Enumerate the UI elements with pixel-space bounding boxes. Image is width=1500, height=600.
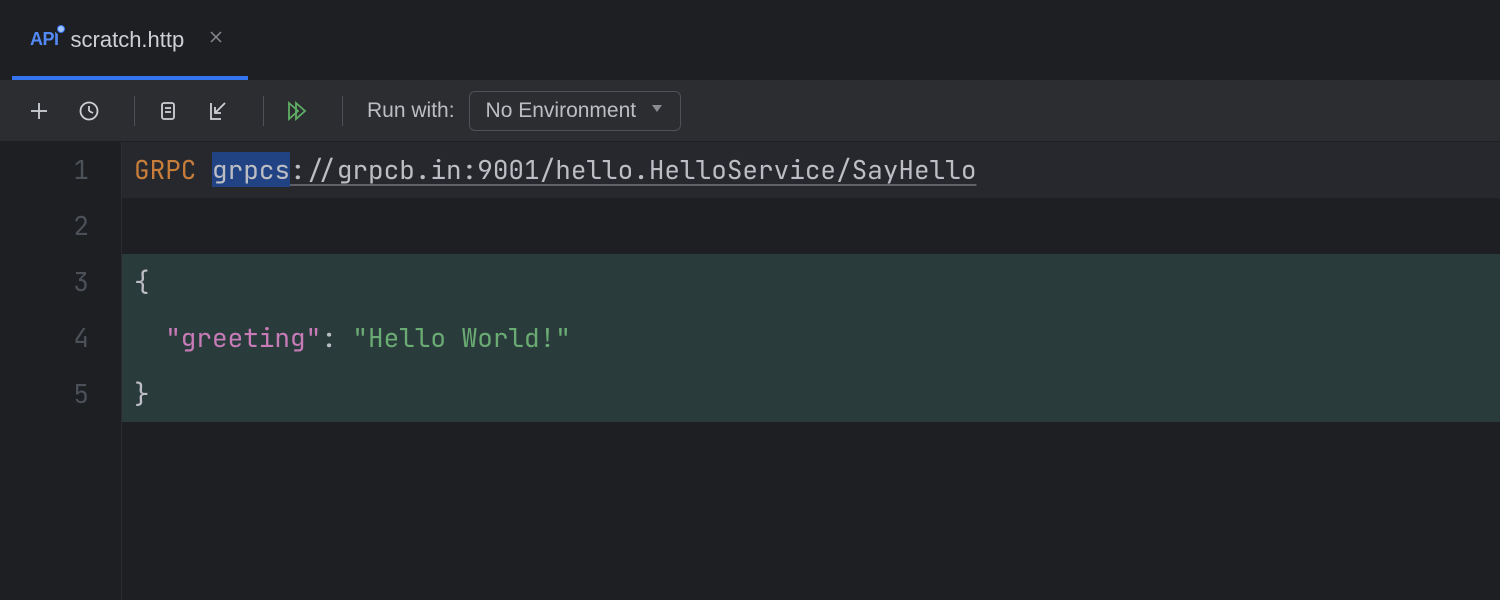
gutter-line-number: 5: [0, 366, 89, 422]
code-line[interactable]: "greeting": "Hello World!": [134, 310, 1500, 366]
gutter-line-number: 4: [0, 310, 89, 366]
toolbar-divider-2: [263, 96, 264, 126]
request-url: ://grpcb.in:9001/hello.HelloService/SayH…: [290, 152, 976, 187]
environment-dropdown-label: No Environment: [486, 99, 637, 123]
toolbar-divider-3: [342, 96, 343, 126]
gutter-line-number: 1: [0, 142, 89, 198]
json-brace: }: [134, 376, 150, 411]
json-string: "Hello World!": [352, 320, 570, 355]
code-editor[interactable]: 1 2 3 4 5 GRPC grpcs://grpcb.in:9001/hel…: [0, 142, 1500, 600]
code-line[interactable]: {: [134, 254, 1500, 310]
history-icon[interactable]: [70, 92, 108, 130]
http-method: GRPC: [134, 152, 196, 187]
json-key: "greeting": [165, 320, 321, 355]
tab-bar: API scratch.http: [0, 0, 1500, 80]
tab-active-indicator: [12, 76, 248, 80]
api-file-icon: API: [30, 29, 59, 50]
run-all-icon[interactable]: [278, 92, 316, 130]
environment-dropdown[interactable]: No Environment: [469, 91, 682, 131]
import-icon[interactable]: [199, 92, 237, 130]
code-line[interactable]: }: [134, 366, 1500, 422]
toolbar-divider: [134, 96, 135, 126]
gutter-line-number: 3: [0, 254, 89, 310]
tab-filename: scratch.http: [71, 27, 185, 53]
examples-icon[interactable]: [149, 92, 187, 130]
toolbar: Run with: No Environment: [0, 80, 1500, 142]
gutter: 1 2 3 4 5: [0, 142, 122, 600]
run-with-label: Run with:: [367, 99, 455, 123]
api-badge-icon: [55, 23, 67, 35]
close-tab-icon[interactable]: [204, 25, 228, 54]
json-brace: {: [134, 264, 150, 299]
code-line[interactable]: [134, 198, 1500, 254]
gutter-line-number: 2: [0, 198, 89, 254]
file-tab[interactable]: API scratch.http: [0, 0, 248, 80]
code-line[interactable]: GRPC grpcs://grpcb.in:9001/hello.HelloSe…: [134, 142, 1500, 198]
url-scheme-selected: grpcs: [212, 152, 290, 187]
code-area[interactable]: GRPC grpcs://grpcb.in:9001/hello.HelloSe…: [122, 142, 1500, 600]
add-request-icon[interactable]: [20, 92, 58, 130]
chevron-down-icon: [650, 101, 664, 120]
